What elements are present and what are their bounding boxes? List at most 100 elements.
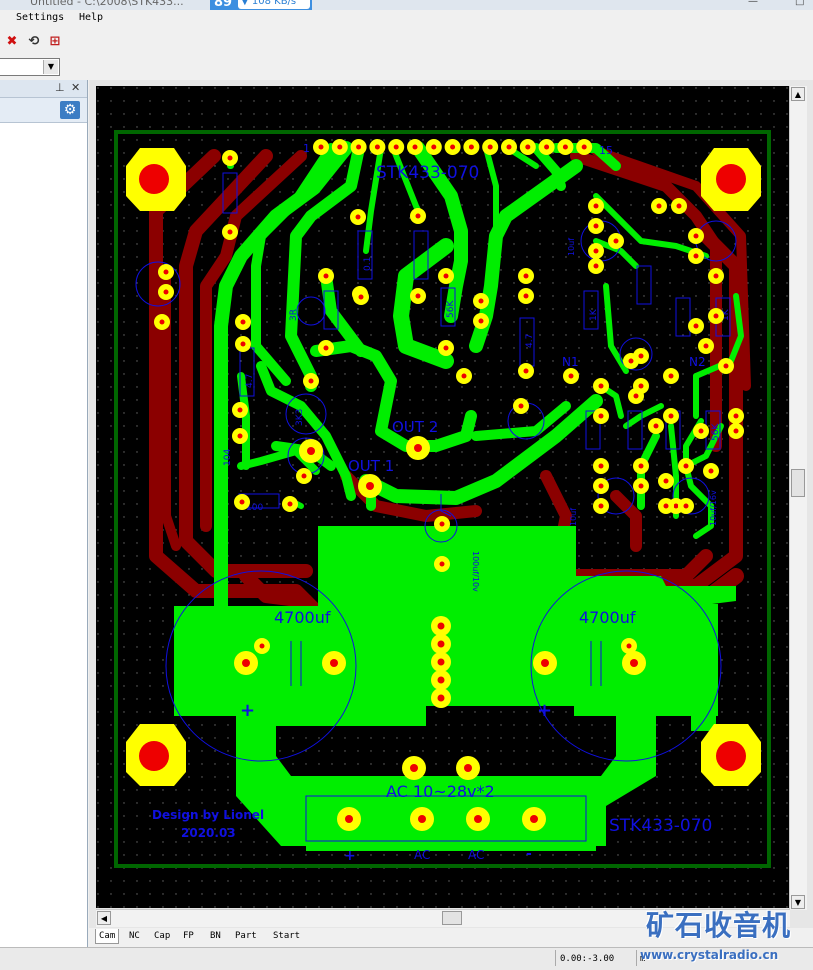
horizontal-scroll-thumb[interactable]	[442, 911, 462, 925]
pad-drill	[693, 323, 699, 329]
vertical-scroll-thumb[interactable]	[791, 469, 805, 497]
menu-help[interactable]: Help	[79, 12, 103, 23]
chip-title-bottom: STK433-070	[609, 816, 712, 836]
pad-drill	[598, 383, 604, 389]
pad-drill	[393, 144, 399, 150]
menu-settings[interactable]: Settings	[16, 12, 64, 23]
pad-drill	[242, 659, 250, 667]
menu-bar: Settings Help	[0, 10, 813, 27]
gear-icon[interactable]: ⚙	[60, 101, 80, 119]
pad-drill	[630, 659, 638, 667]
pad-drill	[450, 144, 456, 150]
pad-drill	[523, 293, 529, 299]
tab-bn[interactable]: BN	[207, 929, 224, 943]
c10uf-a-label: 10uf	[569, 508, 578, 526]
tab-fp[interactable]: FP	[180, 929, 197, 943]
pad-drill	[663, 503, 669, 509]
chip-title-top: STK433-070	[376, 163, 479, 183]
pad-drill	[593, 203, 599, 209]
out1-label: OUT 1	[348, 457, 394, 475]
delete-x-icon[interactable]: ✖	[4, 34, 20, 50]
maximize-button[interactable]: □	[795, 0, 804, 7]
layer-combo[interactable]: ▼	[0, 58, 60, 76]
pad-drill	[530, 815, 538, 823]
c10uf-b-label: 10uf	[567, 238, 576, 256]
pad-drill	[698, 428, 704, 434]
pad-drill	[693, 253, 699, 259]
pad-drill	[713, 313, 719, 319]
close-icon[interactable]: ✕	[71, 81, 80, 94]
plus-right-label: +	[537, 700, 552, 721]
pad-drill	[598, 483, 604, 489]
pad-drill	[478, 298, 484, 304]
pad-drill	[628, 358, 634, 364]
pad-drill	[541, 659, 549, 667]
left-panel: ⊥ ✕ ⚙	[0, 80, 88, 948]
pad-drill	[240, 319, 246, 325]
pad-drill	[301, 473, 307, 479]
pad-drill	[668, 413, 674, 419]
pad-drill	[443, 345, 449, 351]
pad-drill	[708, 468, 714, 474]
pad-drill	[374, 144, 380, 150]
pad-drill	[638, 483, 644, 489]
chevron-down-icon[interactable]: ▼	[43, 60, 58, 74]
vertical-scrollbar[interactable]: ▲ ▼	[789, 86, 807, 910]
pad-drill	[593, 248, 599, 254]
pad-drill	[461, 373, 467, 379]
mounting-hole-drill	[716, 164, 746, 194]
pad-drill	[415, 293, 421, 299]
plus-left-label: +	[240, 700, 255, 721]
scroll-down-icon[interactable]: ▼	[791, 895, 805, 909]
pad-drill	[366, 482, 374, 490]
n1-label: N1	[562, 355, 579, 369]
c47b-label: 4.7	[525, 334, 535, 348]
bottom-tabs: Cam NC Cap FP BN Part Start	[95, 928, 415, 944]
pad-drill	[237, 433, 243, 439]
pad-drill	[638, 353, 644, 359]
minimize-button[interactable]: —	[748, 0, 758, 7]
date-label: 2020.03	[181, 826, 236, 840]
mounting-hole-drill	[139, 164, 169, 194]
pad-drill	[638, 463, 644, 469]
undo-icon[interactable]: ⟲	[26, 34, 42, 50]
term-plus-label: +	[344, 848, 356, 864]
pad-drill	[227, 155, 233, 161]
scroll-up-icon[interactable]: ▲	[791, 87, 805, 101]
watermark-url: www.crystalradio.cn	[640, 948, 779, 962]
mounting-hole-drill	[139, 741, 169, 771]
pad-drill	[626, 643, 632, 649]
pad-drill	[593, 263, 599, 269]
pad-drill	[693, 233, 699, 239]
status-separator	[636, 950, 637, 966]
cursor-coordinates: 0.00:-3.00	[560, 954, 615, 964]
pad-drill	[307, 447, 315, 455]
pad-drill	[474, 815, 482, 823]
scroll-left-icon[interactable]: ◀	[97, 911, 111, 925]
tab-cam[interactable]: Cam	[95, 929, 120, 944]
pad-drill	[598, 503, 604, 509]
pad-drill	[464, 764, 472, 772]
c100uf-label: 100uf/10v	[471, 551, 480, 592]
pad-drill	[163, 289, 169, 295]
pad-drill	[345, 815, 353, 823]
pcb-canvas[interactable]: STK433-070 STK433-070 1 15 OUT 1 OUT 2 4…	[96, 86, 789, 908]
pad-drill	[355, 214, 361, 220]
pad-drill	[568, 373, 574, 379]
r3r-label: 3R	[289, 309, 299, 321]
tab-cap[interactable]: Cap	[151, 929, 173, 943]
pin-icon[interactable]: ⊥	[55, 81, 65, 94]
pad-drill	[237, 407, 243, 413]
pad-drill	[227, 229, 233, 235]
term-ac1-label: AC	[414, 848, 430, 862]
pad-drill	[593, 223, 599, 229]
tab-nc[interactable]: NC	[126, 929, 143, 943]
tab-start[interactable]: Start	[270, 929, 303, 943]
pad-drill	[412, 144, 418, 150]
r1k-a-label: 1K	[589, 308, 599, 321]
mounting-hole-drill	[716, 741, 746, 771]
tab-part[interactable]: Part	[232, 929, 260, 943]
pad-drill	[437, 658, 445, 666]
flip-board-icon[interactable]: ⊞	[47, 34, 63, 50]
pad-drill	[356, 144, 362, 150]
